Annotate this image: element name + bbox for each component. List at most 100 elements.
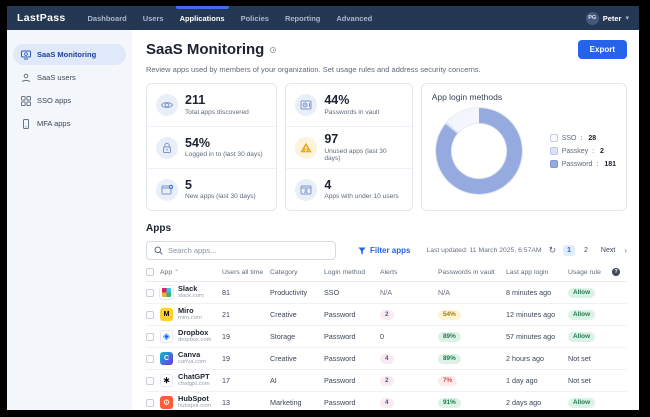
row-checkbox[interactable] bbox=[146, 310, 154, 319]
search-input[interactable] bbox=[168, 246, 328, 255]
table-row-slack[interactable]: Slack slack.com 81 Productivity SSO N/A N… bbox=[146, 282, 627, 304]
table-header: App ⌃ Users all time Category Login metho… bbox=[146, 268, 627, 282]
stat-unused-apps: 97 Unused apps (last 30 days) bbox=[286, 126, 412, 168]
grid-icon bbox=[21, 95, 31, 106]
top-nav: LastPass Dashboard Users Applications Po… bbox=[7, 6, 639, 30]
mobile-icon bbox=[21, 118, 31, 129]
stat-value: 211 bbox=[185, 93, 206, 108]
filter-apps-button[interactable]: Filter apps bbox=[358, 246, 410, 255]
legend-label: Password bbox=[561, 160, 593, 168]
stat-label: Unused apps (last 30 days) bbox=[324, 147, 387, 162]
usage-rule-badge: Allow bbox=[568, 397, 596, 408]
stat-label: Apps with under 10 users bbox=[324, 193, 399, 201]
sidebar: SaaS Monitoring SaaS users SSO apps MFA … bbox=[7, 30, 132, 410]
sidebar-item-label: MFA apps bbox=[37, 119, 71, 128]
sidebar-item-sso-apps[interactable]: SSO apps bbox=[13, 90, 126, 111]
vault-badge: 91% bbox=[438, 397, 461, 408]
nav-item-users[interactable]: Users bbox=[135, 6, 172, 30]
sidebar-item-saas-users[interactable]: SaaS users bbox=[13, 67, 126, 88]
table-controls: Filter apps Last updated: 11 March 2025,… bbox=[146, 241, 627, 260]
alerts-badge: 2 bbox=[380, 375, 394, 386]
page-title: SaaS Monitoring bbox=[146, 41, 265, 58]
stat-value: 44% bbox=[324, 93, 350, 108]
row-checkbox[interactable] bbox=[146, 376, 154, 385]
sidebar-item-saas-monitoring[interactable]: SaaS Monitoring bbox=[13, 44, 126, 65]
usage-rule-badge: Allow bbox=[568, 287, 596, 298]
row-checkbox[interactable] bbox=[146, 354, 154, 363]
usage-rule-text: Not set bbox=[568, 354, 591, 363]
legend-item-sso[interactable]: SSO: 28 bbox=[549, 134, 616, 142]
stat-value: 54% bbox=[185, 135, 211, 150]
export-button[interactable]: Export bbox=[577, 40, 627, 59]
vault-badge: 54% bbox=[438, 309, 461, 320]
col-category[interactable]: Category bbox=[270, 269, 324, 276]
user-icon bbox=[21, 73, 31, 83]
filter-icon bbox=[358, 247, 366, 255]
table-row-canva[interactable]: C Canva canva.com 19 Creative Password 4 … bbox=[146, 348, 627, 370]
table-row-miro[interactable]: M Miro miro.com 21 Creative Password 2 54… bbox=[146, 304, 627, 326]
col-login-method[interactable]: Login method bbox=[324, 269, 380, 276]
usage-rule-badge: Allow bbox=[568, 309, 596, 320]
app-users-icon bbox=[295, 178, 318, 201]
stat-label: New apps (last 30 days) bbox=[185, 193, 256, 201]
refresh-icon[interactable]: ↻ bbox=[549, 246, 557, 255]
stats-card-right: 44% Passwords in vault 97 Unused apps (l… bbox=[285, 83, 413, 211]
legend-label: Passkey bbox=[561, 147, 589, 155]
nav-item-policies[interactable]: Policies bbox=[233, 6, 277, 30]
col-app[interactable]: App ⌃ bbox=[160, 269, 222, 276]
page-1-button[interactable]: 1 bbox=[563, 245, 576, 256]
info-icon[interactable] bbox=[270, 46, 277, 53]
page-2-button[interactable]: 2 bbox=[580, 245, 592, 256]
donut-hole bbox=[451, 124, 506, 178]
chevron-down-icon: ▾ bbox=[625, 15, 629, 22]
nav-item-reporting[interactable]: Reporting bbox=[277, 6, 328, 30]
table-row-chatgpt[interactable]: ∗ ChatGPT chatgpt.com 17 AI Password 2 7%… bbox=[146, 370, 627, 392]
user-menu[interactable]: PG Peter ▾ bbox=[585, 11, 629, 25]
sidebar-item-mfa-apps[interactable]: MFA apps bbox=[13, 113, 126, 134]
new-app-icon bbox=[156, 178, 178, 201]
password-swatch bbox=[549, 160, 558, 168]
app-login-methods-card: App login methods SSO: 28 Passkey: 2 Pa… bbox=[420, 83, 627, 211]
lastpass-logo: LastPass bbox=[17, 12, 66, 24]
eye-icon bbox=[156, 94, 178, 116]
row-checkbox[interactable] bbox=[146, 332, 154, 341]
nav-item-advanced[interactable]: Advanced bbox=[328, 6, 380, 30]
sidebar-item-label: SSO apps bbox=[37, 96, 72, 105]
miro-app-icon: M bbox=[160, 307, 173, 321]
app-window: LastPass Dashboard Users Applications Po… bbox=[7, 6, 639, 410]
monitor-search-icon bbox=[21, 50, 31, 60]
stat-value: 4 bbox=[324, 177, 332, 192]
stat-passwords-in-vault: 44% Passwords in vault bbox=[286, 84, 411, 126]
chart-legend: SSO: 28 Passkey: 2 Password: 181 bbox=[549, 134, 616, 168]
nav-item-applications[interactable]: Applications bbox=[172, 6, 233, 30]
next-page-button[interactable]: Next bbox=[597, 245, 619, 256]
last-updated-text: Last updated: 11 March 2025, 6:57AM bbox=[426, 247, 542, 254]
page-subtitle: Review apps used by members of your orga… bbox=[146, 65, 481, 74]
col-passwords-in-vault[interactable]: Passwords in vault bbox=[438, 269, 506, 276]
legend-item-passkey[interactable]: Passkey: 2 bbox=[549, 147, 616, 155]
chart-title: App login methods bbox=[431, 92, 503, 102]
col-alerts[interactable]: Alerts bbox=[380, 269, 438, 276]
legend-item-password[interactable]: Password: 181 bbox=[549, 160, 616, 168]
col-usage-rule[interactable]: Usage rule bbox=[568, 269, 612, 276]
select-all-checkbox[interactable] bbox=[146, 268, 154, 276]
stat-label: Passwords in vault bbox=[324, 108, 380, 116]
legend-value: 2 bbox=[600, 147, 604, 155]
stat-apps-under-10-users: 4 Apps with under 10 users bbox=[286, 168, 412, 210]
table-row-dropbox[interactable]: ◈ Dropbox dropbox.com 19 Storage Password… bbox=[146, 326, 627, 348]
row-checkbox[interactable] bbox=[146, 288, 154, 297]
help-icon[interactable]: ? bbox=[612, 268, 620, 276]
row-checkbox[interactable] bbox=[146, 398, 154, 407]
col-last-app-login[interactable]: Last app login bbox=[506, 269, 568, 276]
search-box[interactable] bbox=[146, 241, 336, 260]
nav-items: Dashboard Users Applications Policies Re… bbox=[80, 6, 381, 30]
nav-item-dashboard[interactable]: Dashboard bbox=[80, 6, 135, 30]
sort-asc-icon: ⌃ bbox=[174, 269, 180, 276]
stats-card-left: 211 Total apps discovered 54% Logged in … bbox=[146, 83, 278, 211]
vault-badge: 89% bbox=[438, 353, 461, 364]
table-row-hubspot[interactable]: ⚙ HubSpot hubspot.com 13 Marketing Passwo… bbox=[146, 392, 627, 410]
col-users-all-time[interactable]: Users all time bbox=[222, 269, 270, 276]
alerts-badge: 4 bbox=[380, 353, 394, 364]
chevron-right-icon[interactable]: › bbox=[624, 246, 627, 255]
alerts-badge: 2 bbox=[380, 309, 394, 320]
